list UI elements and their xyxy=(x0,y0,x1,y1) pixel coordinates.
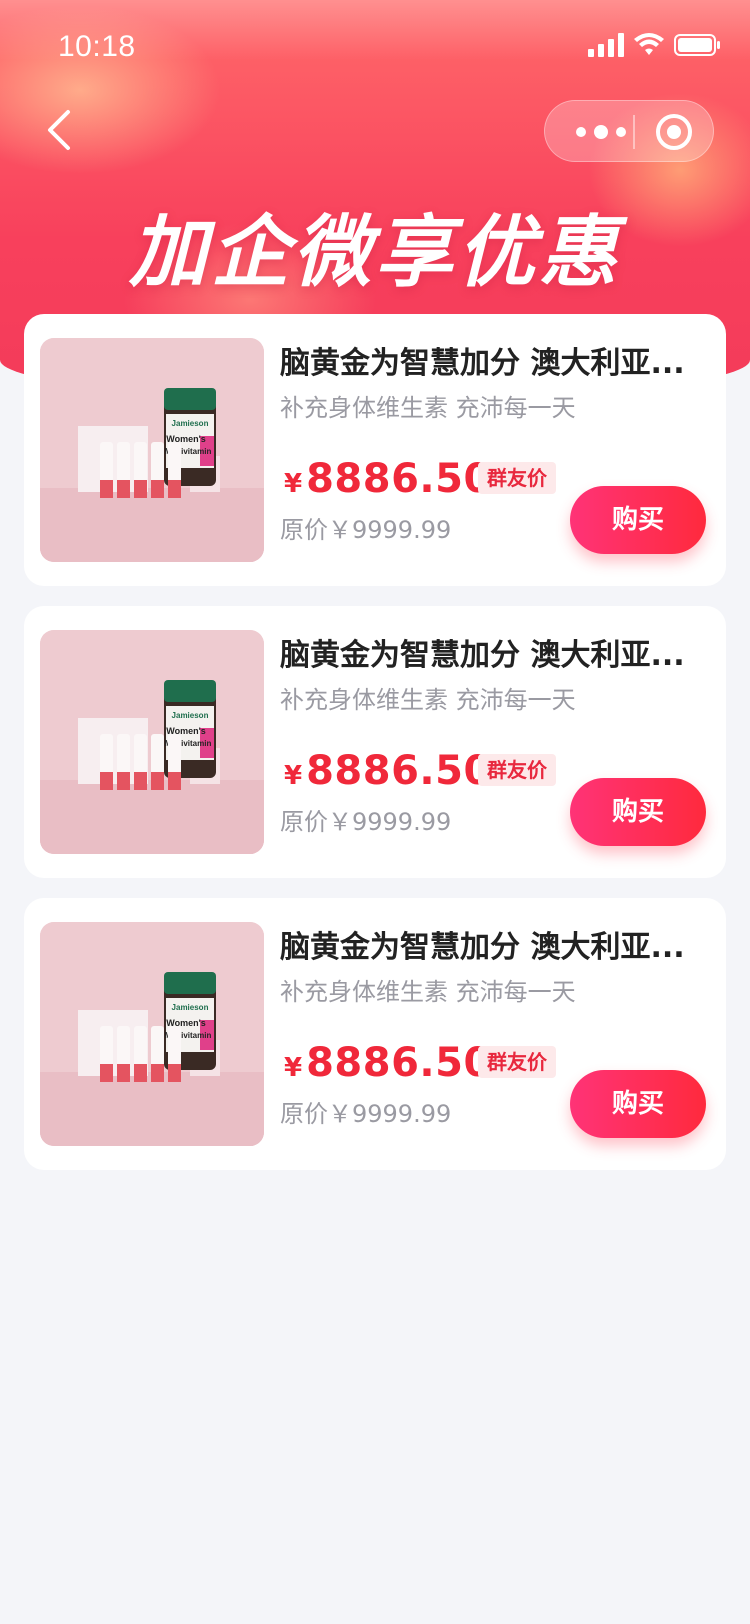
product-price: 8886.50 xyxy=(306,456,492,502)
buy-button[interactable]: 购买 xyxy=(570,486,706,554)
product-image: Jamieson Women's Multivitamin xyxy=(40,338,264,562)
chevron-left-icon[interactable] xyxy=(40,108,84,152)
product-card[interactable]: Jamieson Women's Multivitamin 脑黄金为智慧加分 澳… xyxy=(24,898,726,1170)
mini-program-capsule xyxy=(544,100,714,162)
product-name: 脑黄金为智慧加分 澳大利亚... xyxy=(280,346,685,381)
product-subtitle: 补充身体维生素 充沛每一天 xyxy=(280,978,576,1006)
product-subtitle: 补充身体维生素 充沛每一天 xyxy=(280,394,576,422)
page-title: 加企微享优惠 xyxy=(128,208,621,298)
product-price: 8886.50 xyxy=(306,1040,492,1086)
target-icon[interactable] xyxy=(655,113,693,151)
product-subtitle: 补充身体维生素 充沛每一天 xyxy=(280,686,576,714)
price-row: ¥ 8886.50 xyxy=(284,748,492,794)
battery-icon xyxy=(674,34,720,56)
image-brand-text: Jamieson xyxy=(172,1003,209,1012)
product-image: Jamieson Women's Multivitamin xyxy=(40,922,264,1146)
group-price-badge: 群友价 xyxy=(478,462,556,494)
product-price: 8886.50 xyxy=(306,748,492,794)
product-info: 脑黄金为智慧加分 澳大利亚... 补充身体维生素 充沛每一天 ¥ 8886.50… xyxy=(280,314,706,586)
buy-button[interactable]: 购买 xyxy=(570,778,706,846)
image-brand-text: Jamieson xyxy=(172,711,209,720)
product-image: Jamieson Women's Multivitamin xyxy=(40,630,264,854)
product-info: 脑黄金为智慧加分 澳大利亚... 补充身体维生素 充沛每一天 ¥ 8886.50… xyxy=(280,898,706,1170)
currency-symbol: ¥ xyxy=(284,761,303,791)
product-name: 脑黄金为智慧加分 澳大利亚... xyxy=(280,930,685,965)
price-row: ¥ 8886.50 xyxy=(284,456,492,502)
original-price: 原价￥9999.99 xyxy=(280,1100,452,1128)
currency-symbol: ¥ xyxy=(284,1053,303,1083)
price-row: ¥ 8886.50 xyxy=(284,1040,492,1086)
capsule-divider xyxy=(633,115,635,149)
product-info: 脑黄金为智慧加分 澳大利亚... 补充身体维生素 充沛每一天 ¥ 8886.50… xyxy=(280,606,706,878)
group-price-badge: 群友价 xyxy=(478,1046,556,1078)
original-price: 原价￥9999.99 xyxy=(280,808,452,836)
status-time: 10:18 xyxy=(58,30,136,63)
image-brand-text: Jamieson xyxy=(172,419,209,428)
more-dots-icon[interactable] xyxy=(571,119,631,145)
group-price-badge: 群友价 xyxy=(478,754,556,786)
product-name: 脑黄金为智慧加分 澳大利亚... xyxy=(280,638,685,673)
original-price: 原价￥9999.99 xyxy=(280,516,452,544)
currency-symbol: ¥ xyxy=(284,469,303,499)
signal-icon xyxy=(588,33,624,57)
product-card[interactable]: Jamieson Women's Multivitamin 脑黄金为智慧加分 澳… xyxy=(24,314,726,586)
product-card[interactable]: Jamieson Women's Multivitamin 脑黄金为智慧加分 澳… xyxy=(24,606,726,878)
status-icons xyxy=(588,30,722,60)
wifi-icon xyxy=(634,33,664,55)
buy-button[interactable]: 购买 xyxy=(570,1070,706,1138)
